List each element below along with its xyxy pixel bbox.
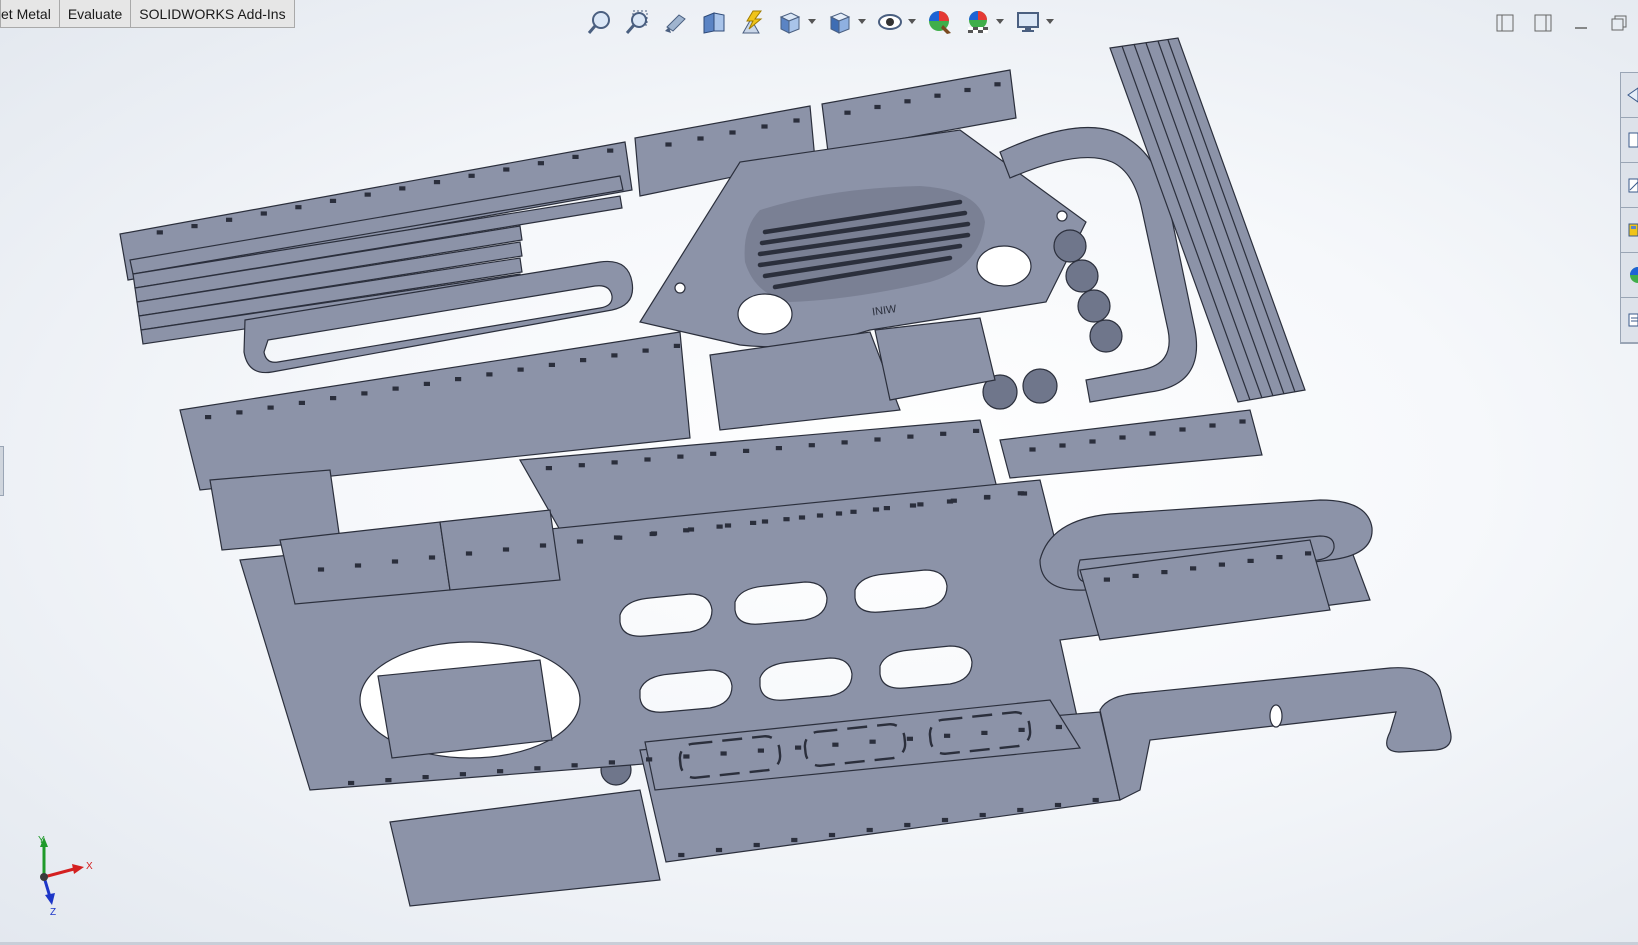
part-center-block[interactable]	[709, 331, 901, 431]
tab-evaluate[interactable]: Evaluate	[58, 0, 132, 28]
hide-show-items-icon[interactable]	[875, 7, 905, 37]
view-orientation-dropdown-icon[interactable]	[807, 7, 817, 37]
part-center-block-2[interactable]	[874, 317, 996, 401]
triad-y-label: Y	[38, 835, 45, 846]
display-style-icon[interactable]	[825, 7, 855, 37]
reference-triad: Y X Z	[38, 835, 93, 915]
part-ellipse-inner-plate[interactable]	[377, 659, 553, 759]
minimize-icon[interactable]	[1562, 9, 1600, 37]
edit-appearance-icon[interactable]	[925, 7, 955, 37]
heads-up-view-toolbar	[585, 4, 1063, 40]
apply-scene-dropdown-icon[interactable]	[995, 7, 1005, 37]
display-style-dropdown-icon[interactable]	[857, 7, 867, 37]
zoom-to-area-icon[interactable]	[623, 7, 653, 37]
model-view[interactable]: INIW	[0, 0, 1638, 945]
file-explorer-icon[interactable]	[1621, 163, 1638, 208]
restore-icon[interactable]	[1600, 9, 1638, 37]
triad-x-label: X	[86, 861, 93, 872]
part-bottom-right-arm[interactable]	[1099, 667, 1452, 801]
part-arm-hole	[1269, 704, 1283, 728]
part-left-small-plate-3[interactable]	[439, 509, 561, 591]
window-controls	[1486, 8, 1638, 38]
previous-view-icon[interactable]	[661, 7, 691, 37]
zoom-to-fit-icon[interactable]	[585, 7, 615, 37]
tab-sheet-metal[interactable]: et Metal	[0, 0, 60, 28]
tile-left-icon[interactable]	[1486, 9, 1524, 37]
solidworks-resources-icon[interactable]	[1621, 73, 1638, 118]
part-bottom-left-plate[interactable]	[389, 789, 661, 907]
command-manager-tabs: et Metal Evaluate SOLIDWORKS Add-Ins	[0, 0, 295, 28]
feature-manager-collapse-handle[interactable]	[0, 446, 4, 496]
custom-properties-icon[interactable]	[1621, 298, 1638, 343]
section-view-icon[interactable]	[699, 7, 729, 37]
view-settings-dropdown-icon[interactable]	[1045, 7, 1055, 37]
task-pane-tabs	[1620, 72, 1638, 344]
view-orientation-icon[interactable]	[775, 7, 805, 37]
part-slat-stack-right[interactable]	[1109, 37, 1306, 403]
graphics-area[interactable]: INIW et Metal Evaluate SOLIDWORKS Add-In…	[0, 0, 1638, 945]
view-palette-icon[interactable]	[1621, 208, 1638, 253]
apply-scene-icon[interactable]	[963, 7, 993, 37]
part-right-slat-deck[interactable]	[999, 409, 1263, 479]
appearances-icon[interactable]	[1621, 253, 1638, 298]
tab-solidworks-add-ins[interactable]: SOLIDWORKS Add-Ins	[130, 0, 295, 28]
dynamic-annotation-views-icon[interactable]	[737, 7, 767, 37]
triad-z-label: Z	[50, 907, 56, 915]
tile-right-icon[interactable]	[1524, 9, 1562, 37]
view-settings-icon[interactable]	[1013, 7, 1043, 37]
hide-show-dropdown-icon[interactable]	[907, 7, 917, 37]
design-library-icon[interactable]	[1621, 118, 1638, 163]
